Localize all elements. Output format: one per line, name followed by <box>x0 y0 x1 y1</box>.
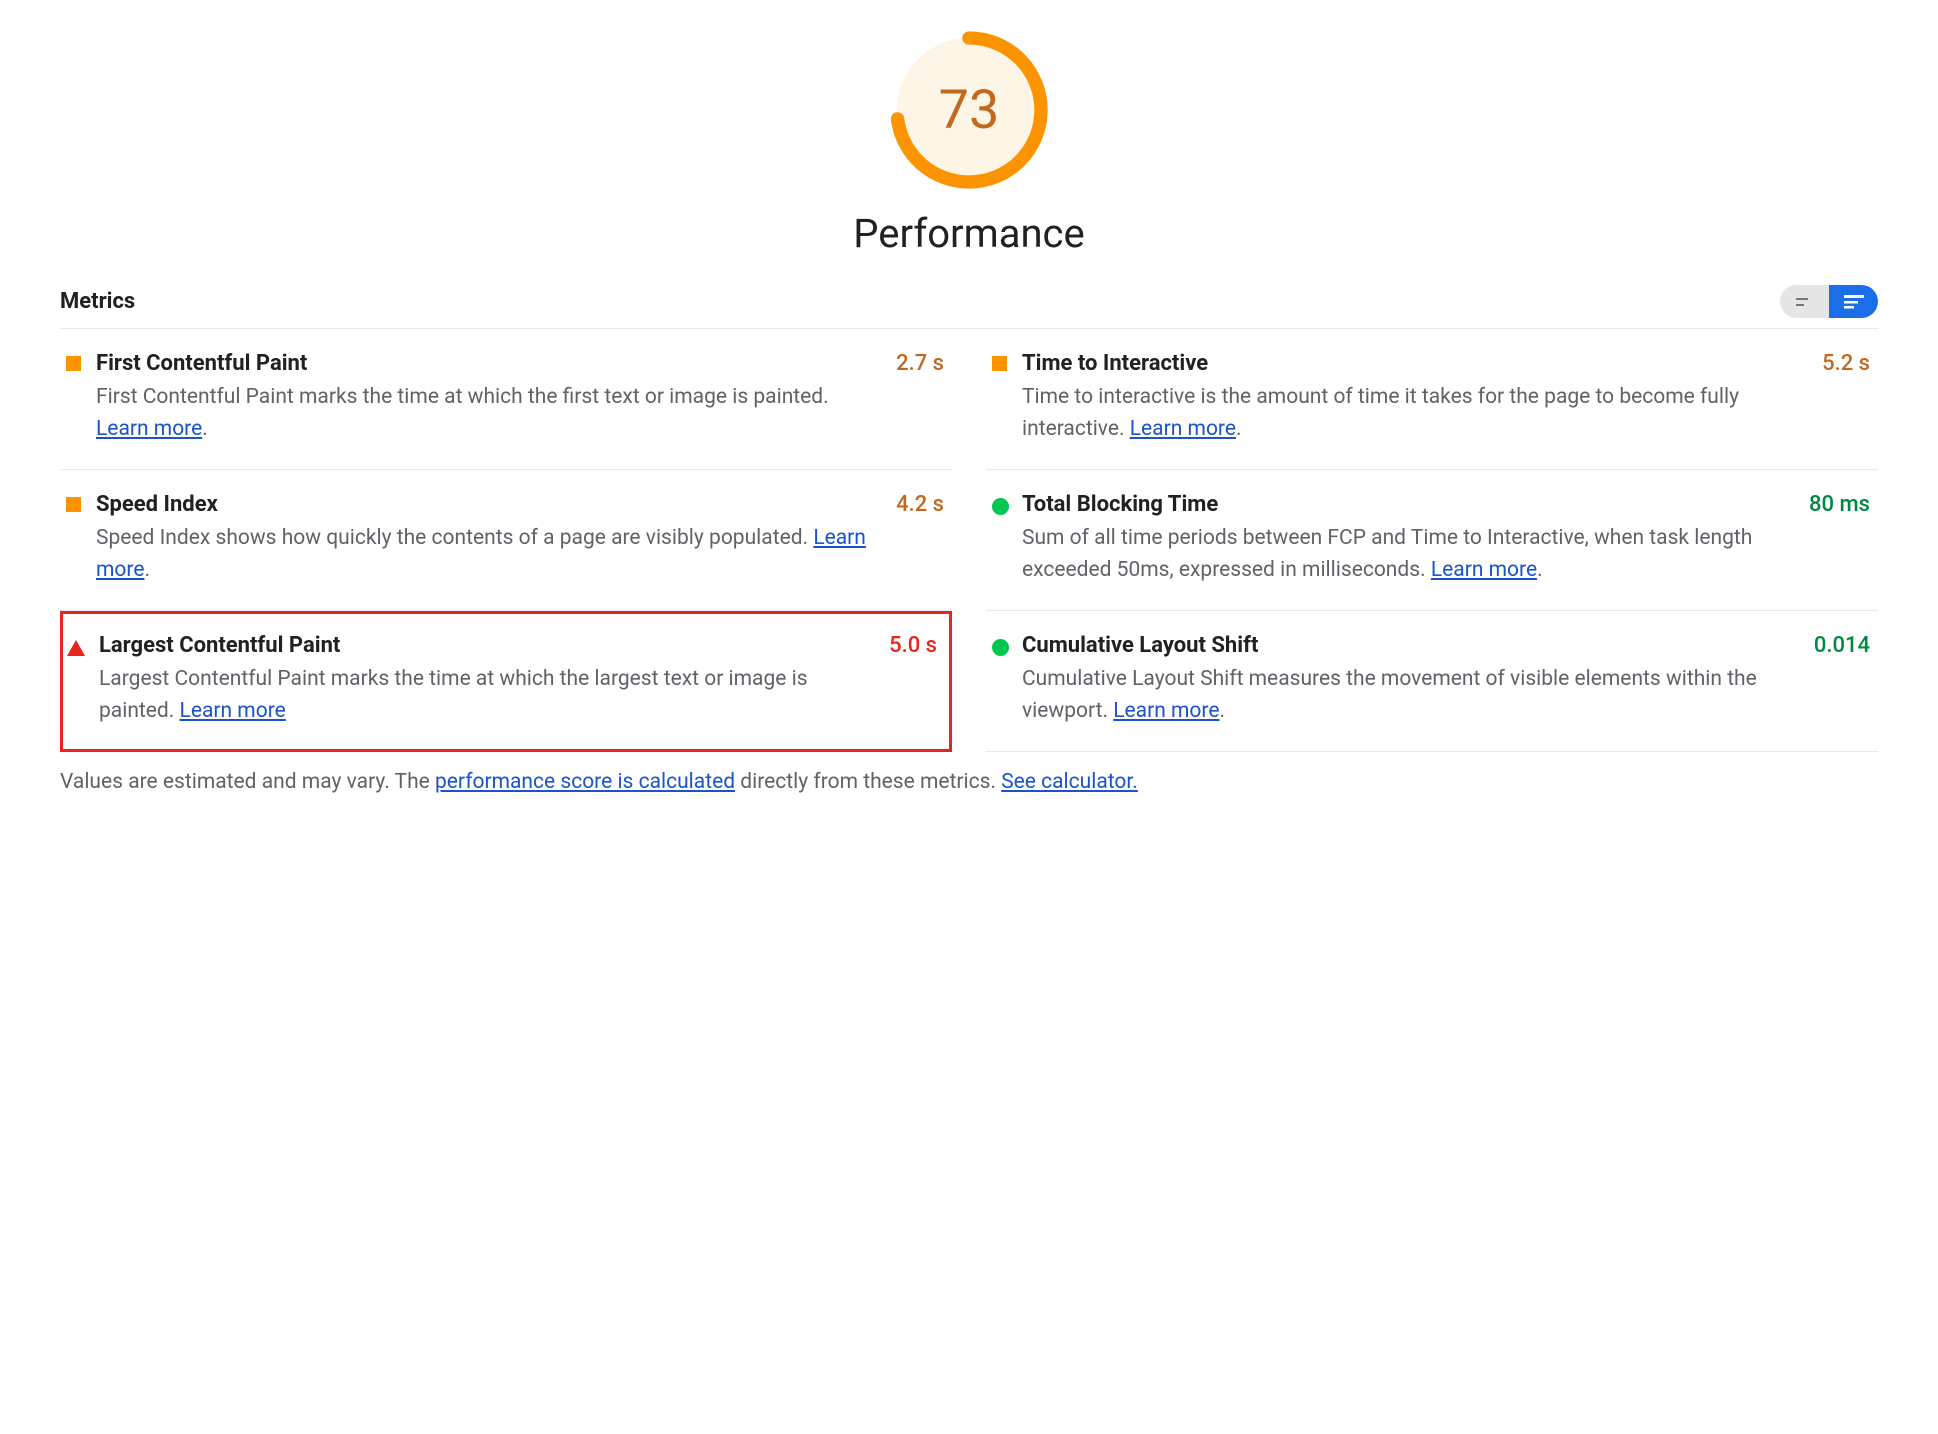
metric-name: First Contentful Paint <box>96 351 307 376</box>
metric-description: Cumulative Layout Shift measures the mov… <box>1022 664 1802 727</box>
circle-icon <box>992 498 1009 515</box>
metric-name: Time to Interactive <box>1022 351 1208 376</box>
metric-value: 2.7 s <box>896 351 944 376</box>
circle-icon <box>992 639 1009 656</box>
metric-desc-text: Sum of all time periods between FCP and … <box>1022 526 1752 582</box>
metric-card: Total Blocking Time 80 ms Sum of all time … <box>986 470 1878 611</box>
footnote-text: Values are estimated and may vary. The <box>60 770 435 794</box>
metric-name: Largest Contentful Paint <box>99 633 340 658</box>
metric-desc-text: First Contentful Paint marks the time at… <box>96 385 829 409</box>
metric-name: Speed Index <box>96 492 218 517</box>
metric-value: 5.2 s <box>1822 351 1870 376</box>
gauge-title: Performance <box>853 210 1084 257</box>
metric-value: 0.014 <box>1814 633 1870 658</box>
learn-more-link[interactable]: Learn more <box>1431 558 1537 582</box>
toggle-expanded-view[interactable] <box>1829 285 1878 318</box>
score-gauge-ring: 73 <box>889 30 1049 190</box>
metric-description: First Contentful Paint marks the time at… <box>96 382 876 445</box>
metric-row: Largest Contentful Paint 5.0 s <box>99 633 937 658</box>
learn-more-link[interactable]: Learn more <box>1113 699 1219 723</box>
footnote-link-calculator[interactable]: See calculator. <box>1001 770 1138 794</box>
metric-desc-text: . <box>144 558 150 582</box>
learn-more-link[interactable]: Learn more <box>180 699 286 723</box>
square-icon <box>66 356 81 371</box>
metric-card: First Contentful Paint2.7 sFirst Content… <box>60 329 952 470</box>
metric-card: Largest Contentful Paint5.0 sLargest Con… <box>60 611 952 752</box>
metric-desc-text: . <box>1219 699 1225 723</box>
section-title: Metrics <box>60 289 135 314</box>
triangle-icon <box>67 640 85 656</box>
metric-card: Cumulative Layout Shift0.014Cumulative L… <box>986 611 1878 752</box>
footnote-link-calculation[interactable]: performance score is calculated <box>435 770 735 794</box>
performance-gauge: 73 Performance <box>60 30 1878 257</box>
square-icon <box>66 497 81 512</box>
metric-name: Total Blocking Time <box>1022 492 1218 517</box>
metric-description: Largest Contentful Paint marks the time … <box>99 664 870 727</box>
learn-more-link[interactable]: Learn more <box>96 417 202 441</box>
metric-value: 5.0 s <box>889 633 937 658</box>
metric-value: 4.2 s <box>896 492 944 517</box>
metric-row: Total Blocking Time 80 ms <box>1022 492 1870 517</box>
footnote-text: directly from these metrics. <box>735 770 1001 794</box>
metric-description: Sum of all time periods between FCP and … <box>1022 523 1802 586</box>
metric-value: 80 ms <box>1809 492 1870 517</box>
metric-desc-text: . <box>1537 558 1543 582</box>
metric-card: Time to Interactive 5.2 s Time to interact… <box>986 329 1878 470</box>
metric-row: Speed Index 4.2 s <box>96 492 944 517</box>
learn-more-link[interactable]: Learn more <box>1130 417 1236 441</box>
score-value: 73 <box>889 30 1049 190</box>
metric-desc-text: Speed Index shows how quickly the conten… <box>96 526 813 550</box>
metrics-grid: First Contentful Paint2.7 sFirst Content… <box>60 329 1878 752</box>
footnote: Values are estimated and may vary. The p… <box>60 770 1878 794</box>
square-icon <box>992 356 1007 371</box>
metric-desc-text: . <box>1236 417 1242 441</box>
metric-card: Speed Index 4.2 s Speed Index shows how qu… <box>60 470 952 611</box>
metric-description: Time to interactive is the amount of tim… <box>1022 382 1802 445</box>
view-toggle <box>1780 285 1878 318</box>
metric-row: Time to Interactive 5.2 s <box>1022 351 1870 376</box>
metric-row: First Contentful Paint 2.7 s <box>96 351 944 376</box>
toggle-compact-view[interactable] <box>1780 285 1829 318</box>
metric-row: Cumulative Layout Shift 0.014 <box>1022 633 1870 658</box>
metric-description: Speed Index shows how quickly the conten… <box>96 523 876 586</box>
metric-desc-text: . <box>202 417 208 441</box>
metric-name: Cumulative Layout Shift <box>1022 633 1258 658</box>
metrics-header: Metrics <box>60 285 1878 329</box>
